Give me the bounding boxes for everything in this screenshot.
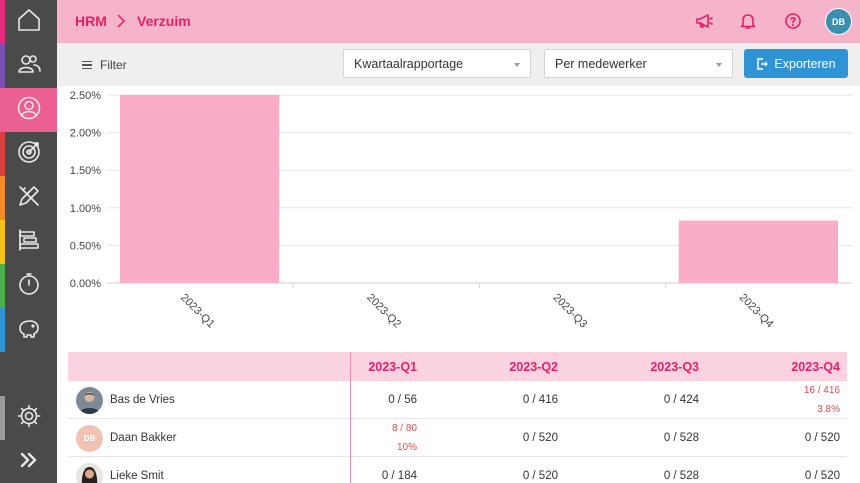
employee-avatar: DB [76,425,103,452]
cell-value: 0 / 520 [804,470,840,482]
sidebar-color-strip [0,264,5,308]
table-header: 2023-Q1 2023-Q2 2023-Q3 2023-Q4 [68,352,847,381]
cell-value: 0 / 520 [804,432,840,444]
sidebar-expand-button[interactable] [0,440,57,483]
cell-value: 0 / 424 [663,394,699,406]
employee-photo [76,463,103,483]
breadcrumb-current: Verzuim [137,13,191,29]
double-chevron-right-icon [16,447,42,478]
stopwatch-icon [16,271,42,302]
filter-button[interactable]: Filter [82,58,127,72]
y-tick-label: 2.50% [70,90,101,102]
sidebar-item-settings[interactable] [0,396,57,440]
pencil-ruler-icon [16,183,42,214]
cell-value: 0 / 520 [522,432,558,444]
sidebar-color-strip [0,396,5,440]
sidebar-color-strip [0,0,5,44]
table-row[interactable]: DB Daan Bakker 8 / 80 10% 0 / 520 0 / 52… [68,419,847,457]
user-avatar[interactable]: DB [825,8,852,35]
cell-value: 0 / 528 [663,470,699,482]
sidebar-color-strip [0,132,5,176]
column-divider [350,352,351,483]
sidebar-color-strip [0,44,5,88]
sidebar-color-strip [0,88,5,132]
cell-value: 0 / 520 [522,470,558,482]
sidebar-item-finance[interactable] [0,308,57,352]
sidebar-item-planning[interactable] [0,220,57,264]
y-tick-label: 1.50% [70,165,101,177]
bell-icon[interactable] [739,12,757,30]
column-header[interactable]: 2023-Q2 [509,360,558,374]
gear-icon [16,403,42,434]
sidebar-color-strip [0,176,5,220]
grouping-value: Per medewerker [555,57,647,71]
caret-down-icon [716,63,722,67]
export-icon [757,57,769,70]
y-tick-label: 2.00% [70,128,101,140]
bar [120,95,280,283]
sidebar-item-people[interactable] [0,44,57,88]
sidebar [0,0,57,483]
sidebar-color-strip [0,308,5,352]
sidebar-item-time[interactable] [0,264,57,308]
sidebar-item-home[interactable] [0,0,57,44]
y-tick-label: 0.00% [70,278,101,290]
column-header[interactable]: 2023-Q4 [791,360,840,374]
filter-label: Filter [100,58,127,72]
sidebar-item-hrm[interactable] [0,88,57,132]
sidebar-item-goals[interactable] [0,132,57,176]
chevron-right-icon [115,13,127,29]
report-type-value: Kwartaalrapportage [354,57,464,71]
piggy-bank-icon [16,315,42,346]
export-label: Exporteren [774,56,836,71]
column-header[interactable]: 2023-Q3 [650,360,699,374]
absence-chart: 0.00% 0.50% 1.00% 1.50% 2.00% 2.50% 2023-Q1 202… [70,90,852,331]
y-tick-label: 1.00% [70,203,101,215]
cell-value: 0 / 416 [522,394,558,406]
bar [678,220,838,283]
cell-percentage: 3.8% [817,404,840,415]
x-tick-label: 2023-Q4 [737,292,776,331]
sidebar-color-strip [0,220,5,264]
table-row[interactable]: Lieke Smit 0 / 184 0 / 520 0 / 528 0 / 5… [68,457,847,483]
home-icon [16,7,42,38]
cell-value: 8 / 80 [391,423,417,434]
employee-name: Daan Bakker [110,432,177,444]
employee-photo [76,387,103,414]
menu-lines-icon [82,61,92,69]
employee-name: Bas de Vries [110,394,175,406]
toolbar: Filter Kwartaalrapportage Per medewerker… [57,43,860,86]
cell-value: 16 / 416 [803,385,840,396]
people-icon [16,51,42,82]
y-tick-label: 0.50% [70,240,101,252]
table-row[interactable]: Bas de Vries 0 / 56 0 / 416 0 / 424 16 /… [68,381,847,419]
grouping-select[interactable]: Per medewerker [544,49,733,78]
report-type-select[interactable]: Kwartaalrapportage [343,49,531,78]
cell-value: 0 / 528 [663,432,699,444]
export-button[interactable]: Exporteren [744,49,848,78]
target-icon [16,139,42,170]
breadcrumb-root[interactable]: HRM [75,13,107,29]
megaphone-icon[interactable] [695,12,713,30]
cell-percentage: 10% [396,442,417,453]
column-header[interactable]: 2023-Q1 [368,360,417,374]
x-tick-label: 2023-Q2 [364,292,403,331]
x-tick-label: 2023-Q1 [178,292,217,331]
timeline-icon [16,227,42,258]
help-icon[interactable] [784,12,802,30]
top-bar: HRM Verzuim DB [57,0,860,43]
user-circle-icon [16,95,42,126]
sidebar-item-design[interactable] [0,176,57,220]
employee-name: Lieke Smit [110,470,164,482]
cell-value: 0 / 184 [381,470,417,482]
caret-down-icon [514,63,520,67]
cell-value: 0 / 56 [388,394,417,406]
x-tick-label: 2023-Q3 [551,292,590,331]
